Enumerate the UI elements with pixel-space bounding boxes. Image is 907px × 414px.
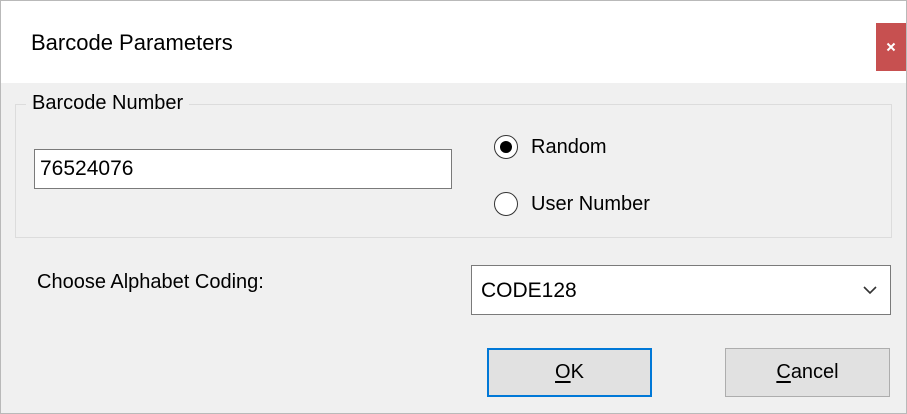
- cancel-button[interactable]: Cancel: [725, 348, 890, 397]
- barcode-parameters-dialog: Barcode Parameters x Barcode Number Rand…: [0, 0, 907, 414]
- barcode-number-group: Barcode Number Random User Number: [15, 90, 892, 238]
- ok-button[interactable]: OK: [487, 348, 652, 397]
- cancel-button-label: Cancel: [776, 361, 839, 383]
- close-button[interactable]: x: [876, 23, 906, 71]
- alphabet-coding-select[interactable]: CODE128: [471, 265, 891, 315]
- alphabet-coding-value: CODE128: [481, 279, 577, 302]
- title-bar[interactable]: Barcode Parameters x: [1, 1, 906, 83]
- radio-random-label: Random: [531, 136, 607, 158]
- window-title: Barcode Parameters: [31, 30, 233, 55]
- close-icon: [886, 42, 896, 52]
- ok-button-label: OK: [555, 361, 584, 383]
- alphabet-coding-label: Choose Alphabet Coding:: [37, 271, 264, 293]
- radio-user-number[interactable]: User Number: [494, 192, 650, 216]
- radio-random-circle[interactable]: [494, 135, 518, 159]
- chevron-down-icon: [863, 286, 877, 295]
- radio-random[interactable]: Random: [494, 135, 607, 159]
- barcode-number-legend: Barcode Number: [26, 90, 190, 116]
- radio-selected-dot: [500, 141, 512, 153]
- radio-user-number-label: User Number: [531, 193, 650, 215]
- radio-user-number-circle[interactable]: [494, 192, 518, 216]
- barcode-number-input[interactable]: [34, 149, 452, 189]
